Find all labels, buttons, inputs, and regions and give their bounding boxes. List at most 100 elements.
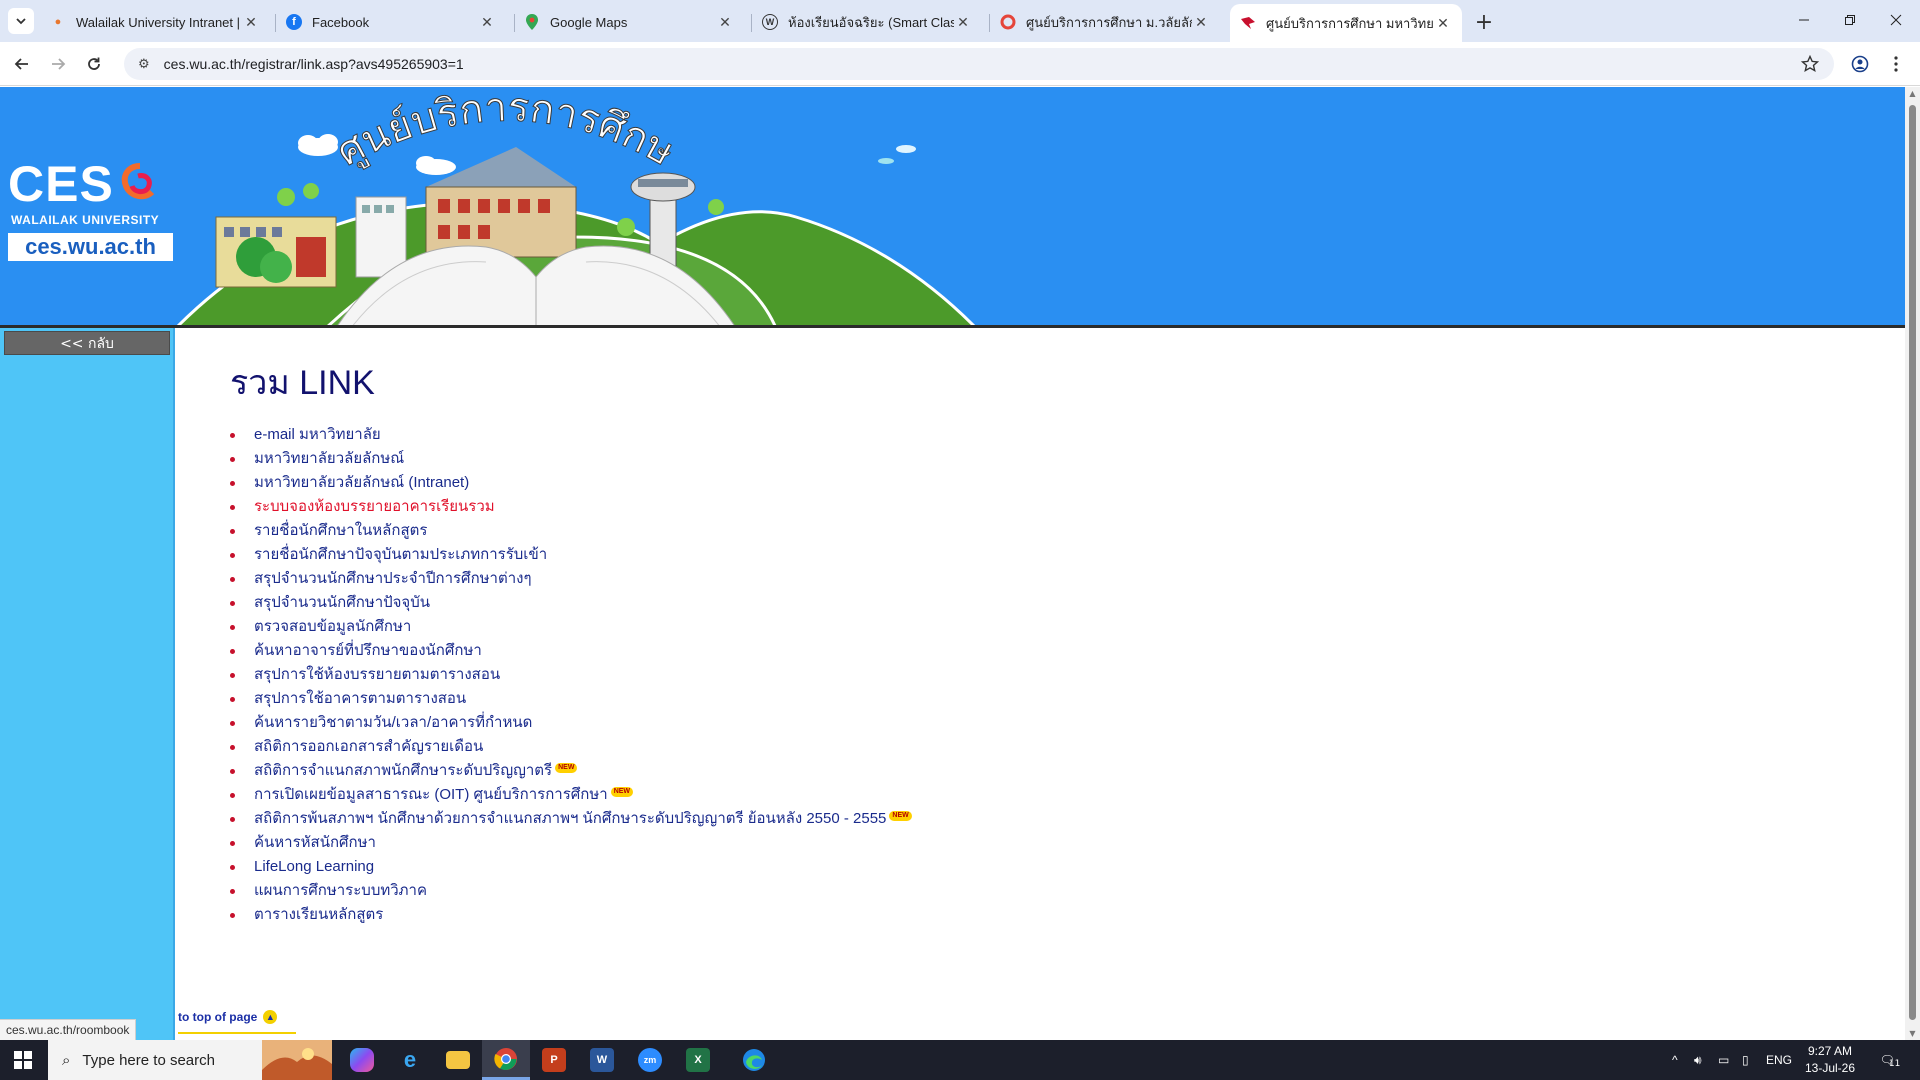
- link-item[interactable]: สถิติการจำแนกสภาพนักศึกษาระดับปริญญาตรี: [254, 762, 552, 779]
- close-icon[interactable]: ✕: [716, 14, 734, 31]
- internet-explorer-icon: e: [403, 1047, 417, 1072]
- link-list-item: มหาวิทยาลัยวลัยลักษณ์: [230, 447, 912, 471]
- tab-smart-classroom[interactable]: W ห้องเรียนอัจฉริยะ (Smart Classroom ✕: [752, 6, 982, 38]
- link-item[interactable]: ตารางเรียนหลักสูตร: [254, 906, 383, 923]
- link-item[interactable]: สถิติการออกเอกสารสำคัญรายเดือน: [254, 738, 483, 755]
- powerpoint-app[interactable]: P: [530, 1040, 578, 1080]
- link-item[interactable]: สรุปจำนวนนักศึกษาประจำปีการศึกษาต่างๆ: [254, 570, 532, 587]
- edge-icon: [743, 1049, 765, 1071]
- url-text: ces.wu.ac.th/registrar/link.asp?avs49526…: [163, 56, 464, 72]
- taskbar-search-placeholder: Type here to search: [82, 1051, 215, 1069]
- cloud-icon: [416, 156, 456, 175]
- logo-swirl-icon: [121, 163, 154, 200]
- close-window-button[interactable]: [1874, 6, 1918, 34]
- close-icon[interactable]: ✕: [1192, 14, 1210, 31]
- edge-app[interactable]: [730, 1040, 778, 1080]
- link-item[interactable]: การเปิดเผยข้อมูลสาธารณะ (OIT) ศูนย์บริกา…: [254, 786, 608, 803]
- link-item[interactable]: ตรวจสอบข้อมูลนักศึกษา: [254, 618, 411, 635]
- tab-google-maps[interactable]: Google Maps ✕: [514, 6, 744, 38]
- speaker-icon: 🔊︎: [1694, 1052, 1702, 1067]
- reload-button[interactable]: [80, 50, 108, 78]
- notification-center-button[interactable]: 🗨︎ 11: [1878, 1048, 1902, 1072]
- link-list-item: ตารางเรียนหลักสูตร: [230, 903, 912, 927]
- chrome-app[interactable]: [482, 1040, 530, 1080]
- excel-app[interactable]: X: [674, 1040, 722, 1080]
- page-scrollbar[interactable]: ▲ ▼: [1905, 87, 1920, 1040]
- language-indicator[interactable]: ENG: [1766, 1040, 1792, 1080]
- link-item[interactable]: สรุปจำนวนนักศึกษาปัจจุบัน: [254, 594, 430, 611]
- tab-ces-active[interactable]: ศูนย์บริการการศึกษา มหาวิทยาลัยวลั ✕: [1230, 4, 1462, 42]
- flame-icon: ●: [54, 16, 62, 28]
- new-badge: NEW: [889, 811, 912, 821]
- bookmark-star-button[interactable]: [1796, 50, 1824, 78]
- start-button[interactable]: [0, 1040, 46, 1080]
- link-item[interactable]: มหาวิทยาลัยวลัยลักษณ์: [254, 450, 404, 467]
- logo-text: CES: [8, 156, 114, 212]
- close-icon[interactable]: ✕: [478, 14, 496, 31]
- site-settings-icon[interactable]: ⚙: [138, 56, 150, 72]
- back-link-button[interactable]: << กลับ: [4, 331, 170, 355]
- link-item[interactable]: e-mail มหาวิทยาลัย: [254, 426, 381, 443]
- show-hidden-icons[interactable]: ^: [1672, 1040, 1678, 1080]
- link-list-item: e-mail มหาวิทยาลัย: [230, 423, 912, 447]
- battery-tray[interactable]: ▯: [1742, 1040, 1749, 1080]
- zoom-app[interactable]: zm: [626, 1040, 674, 1080]
- ces-logo[interactable]: CES WALAILAK UNIVERSITY ces.wu.ac.th: [8, 159, 173, 261]
- windows-logo-icon: [14, 1051, 32, 1069]
- new-tab-button[interactable]: +: [1470, 8, 1498, 36]
- notification-count: 11: [1888, 1059, 1901, 1069]
- link-item[interactable]: LifeLong Learning: [254, 858, 374, 875]
- close-icon[interactable]: ✕: [954, 14, 972, 31]
- link-item[interactable]: รายชื่อนักศึกษาปัจจุบันตามประเภทการรับเข…: [254, 546, 547, 563]
- red-wing-icon: [1240, 15, 1256, 31]
- content-divider: [173, 328, 175, 1040]
- new-badge: NEW: [555, 763, 578, 773]
- link-item[interactable]: ระบบจองห้องบรรยายอาคารเรียนรวม: [254, 498, 495, 515]
- file-explorer-app[interactable]: [434, 1040, 482, 1080]
- scroll-up-icon[interactable]: ▲: [1908, 89, 1917, 98]
- logo-url: ces.wu.ac.th: [8, 233, 173, 261]
- word-app[interactable]: W: [578, 1040, 626, 1080]
- link-item[interactable]: สรุปการใช้อาคารตามตารางสอน: [254, 690, 466, 707]
- network-tray[interactable]: ▭: [1718, 1040, 1729, 1080]
- tab-ces-walailak[interactable]: ศูนย์บริการการศึกษา ม.วลัยลักษณ์ ✕: [990, 6, 1220, 38]
- link-list-item: รายชื่อนักศึกษาในหลักสูตร: [230, 519, 912, 543]
- link-list-item: สถิติการจำแนกสภาพนักศึกษาระดับปริญญาตรี N…: [230, 759, 912, 783]
- forward-button[interactable]: [44, 50, 72, 78]
- back-button[interactable]: [8, 50, 36, 78]
- logo-subtitle: WALAILAK UNIVERSITY: [11, 213, 160, 227]
- link-item[interactable]: แผนการศึกษาระบบทวิภาค: [254, 882, 427, 899]
- link-item[interactable]: ค้นหาอาจารย์ที่ปรึกษาของนักศึกษา: [254, 642, 482, 659]
- restore-button[interactable]: [1828, 6, 1872, 34]
- copilot-app[interactable]: [338, 1040, 386, 1080]
- tab-title: Walailak University Intranet | ลืม: [76, 14, 242, 30]
- logo-wordmark: CES: [8, 159, 173, 209]
- reload-icon: [88, 57, 100, 70]
- close-icon[interactable]: ✕: [242, 14, 260, 31]
- tab-search-button[interactable]: [8, 8, 34, 34]
- maps-pin-icon: [524, 14, 540, 30]
- scroll-thumb[interactable]: [1909, 105, 1916, 1020]
- link-item[interactable]: ค้นหารหัสนักศึกษา: [254, 834, 376, 851]
- taskbar-search[interactable]: ⌕ Type here to search: [48, 1040, 332, 1080]
- profile-button[interactable]: [1846, 50, 1874, 78]
- link-item[interactable]: มหาวิทยาลัยวลัยลักษณ์ (Intranet): [254, 474, 469, 491]
- scroll-down-icon[interactable]: ▼: [1908, 1029, 1917, 1038]
- volume-tray[interactable]: 🔊︎: [1694, 1040, 1702, 1080]
- link-item[interactable]: สรุปการใช้ห้องบรรยายตามตารางสอน: [254, 666, 500, 683]
- internet-explorer-app[interactable]: e: [386, 1040, 434, 1080]
- clock-time: 9:27 AM: [1807, 1044, 1853, 1058]
- tab-title: ห้องเรียนอัจฉริยะ (Smart Classroom: [788, 14, 954, 30]
- system-clock[interactable]: 9:27 AM 13-Jul-26: [1795, 1043, 1865, 1077]
- menu-button[interactable]: [1882, 50, 1910, 78]
- tab-walailak-intranet[interactable]: ● Walailak University Intranet | ลืม ✕: [40, 6, 270, 38]
- top-of-page-link[interactable]: to top of page ▲: [178, 1010, 278, 1024]
- close-icon[interactable]: ✕: [1434, 15, 1452, 32]
- link-item[interactable]: สถิติการพ้นสภาพฯ นักศึกษาด้วยการจำแนกสภา…: [254, 810, 886, 827]
- cloud-icon: [878, 145, 916, 164]
- minimize-button[interactable]: [1782, 6, 1826, 34]
- address-bar[interactable]: ⚙ ces.wu.ac.th/registrar/link.asp?avs495…: [124, 48, 1834, 80]
- link-item[interactable]: รายชื่อนักศึกษาในหลักสูตร: [254, 522, 427, 539]
- link-item[interactable]: ค้นหารายวิชาตามวัน/เวลา/อาคารที่กำหนด: [254, 714, 532, 731]
- tab-facebook[interactable]: f Facebook ✕: [276, 6, 506, 38]
